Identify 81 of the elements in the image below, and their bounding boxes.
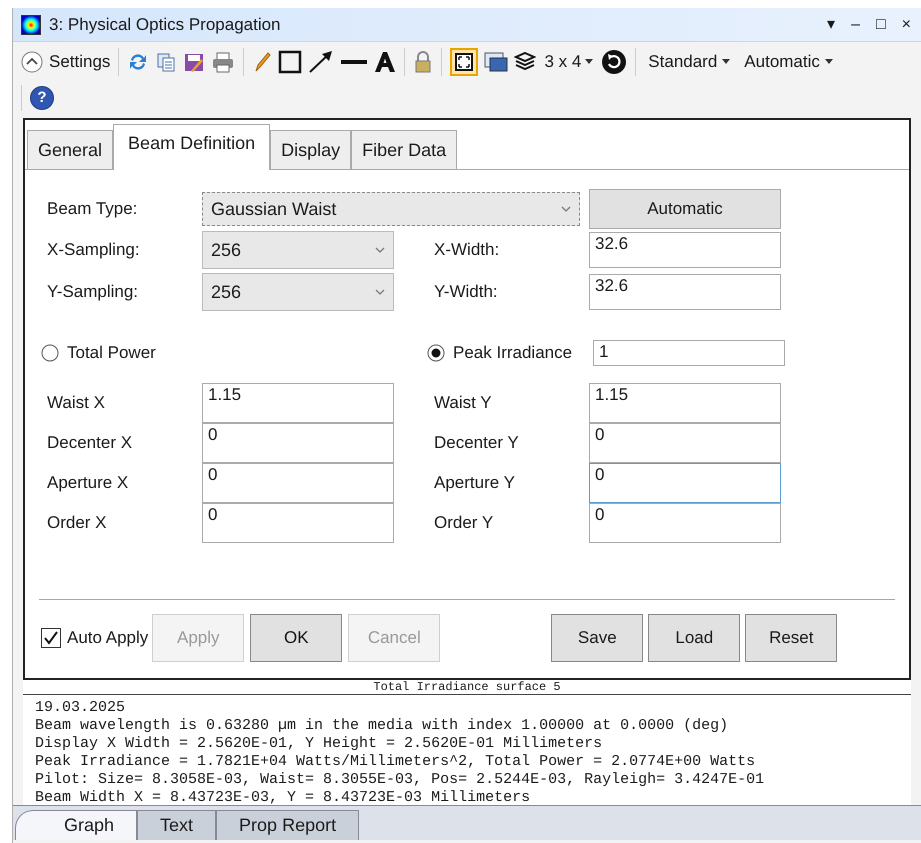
field-label: Waist Y [434,392,493,414]
radio-option[interactable]: Peak Irradiance [427,340,593,366]
caret-icon [585,59,594,65]
report-line: Pilot: Size= 8.3058E-03, Waist= 8.3055E-03, Pos= 2.5244E-03, Rayleigh= 3.4247E-01 [35,771,766,789]
settings-button[interactable]: Settings [21,49,110,75]
radio-option[interactable]: Total Power [41,340,427,366]
input-field[interactable]: 32.6 [589,232,781,268]
view-dropdown[interactable]: Automatic [740,49,837,75]
tab[interactable]: General [27,130,114,170]
sampling-dropdown[interactable]: 256 [202,273,394,311]
menu-caret-icon[interactable]: ▾ [825,12,838,36]
auto-apply-checkbox[interactable]: Auto Apply [41,625,148,651]
beam-type-dropdown[interactable]: Gaussian Waist [202,192,580,226]
lock-icon[interactable] [413,50,434,74]
windows-icon[interactable] [484,51,508,73]
field-label: Y-Width: [434,281,499,304]
field-label: Decenter Y [434,432,520,454]
checkbox-icon[interactable] [41,628,61,648]
copy-icon[interactable] [155,51,178,73]
field-label: Order X [47,512,108,534]
chevron-down-icon [561,206,571,212]
radio-icon[interactable] [41,344,59,362]
field-label: Aperture Y [434,472,516,494]
input-field[interactable]: 1.15 [589,383,781,423]
report-line: Display X Width = 2.5620E-01, Y Height = 2.5620E-01 Millimeters [35,735,604,753]
input-field[interactable]: 32.6 [589,274,781,310]
chevron-up-icon [21,51,43,73]
arrow-icon[interactable] [308,50,334,74]
window-title: 3: Physical Optics Propagation [49,14,281,36]
sampling-dropdown[interactable]: 256 [202,231,394,269]
tab[interactable]: Beam Definition [113,124,270,170]
close-button[interactable]: × [900,12,913,36]
field-label: Y-Sampling: [47,281,140,304]
rectangle-icon[interactable] [278,50,302,74]
input-field[interactable]: 0 [202,503,394,543]
maximize-button[interactable]: □ [874,12,888,36]
chevron-down-icon [375,289,385,295]
input-field[interactable]: 0 [589,503,781,543]
bottom-tab[interactable]: Graph [15,810,138,840]
bottom-tab[interactable]: Text [137,810,216,840]
chevron-down-icon [375,247,385,253]
help-icon[interactable]: ? [30,86,54,110]
field-label: X-Width: [434,239,500,262]
tab[interactable]: Fiber Data [351,130,458,170]
report-line: Peak Irradiance = 1.7821E+04 Watts/Millimeters^2, Total Power = 2.0774E+00 Watts [35,753,756,771]
report-line: Beam Width X = 8.43723E-03, Y = 8.43723E-03 Millimeters [35,789,532,807]
dialog-button[interactable]: Load [648,614,740,662]
view-dropdown[interactable]: Standard [644,49,734,75]
dialog-button[interactable]: Save [551,614,644,662]
app-logo-icon [21,14,41,34]
caret-icon [722,59,730,65]
input-field[interactable]: 0 [202,423,394,463]
caret-icon [824,59,833,65]
radio-icon[interactable] [427,344,445,362]
minimize-button[interactable]: – [849,12,862,36]
dialog-button[interactable]: Reset [745,614,838,662]
text-tool-icon[interactable] [374,50,396,74]
tab[interactable]: Display [270,130,352,170]
fit-view-icon[interactable] [450,48,478,76]
field-label: Decenter X [47,432,134,454]
print-icon[interactable] [211,51,236,73]
field-label: Beam Type: [47,198,138,220]
field-label: Order Y [434,512,494,534]
input-field[interactable]: 1.15 [202,383,394,423]
layers-icon[interactable] [514,51,536,73]
input-field[interactable]: 0 [589,463,781,503]
rotate-icon[interactable] [601,49,628,75]
report-line: 19.03.2025 [35,699,126,717]
field-label: Waist X [47,392,106,414]
automatic-button[interactable]: Automatic [589,189,781,229]
layout-dropdown[interactable]: 3 x 4 [542,49,596,75]
input-field[interactable]: 1 [593,340,785,366]
bottom-tab[interactable]: Prop Report [216,810,360,840]
graph-title: Total Irradiance surface 5 [373,680,561,694]
input-field[interactable]: 0 [589,423,781,463]
dialog-button[interactable]: OK [250,614,342,662]
input-field[interactable]: 0 [202,463,394,503]
field-label: X-Sampling: [47,239,141,262]
save-image-icon[interactable] [183,51,206,73]
field-label: Aperture X [47,472,130,494]
report-line: Beam wavelength is 0.63280 µm in the media with index 1.00000 at 0.0000 (deg) [35,717,730,735]
